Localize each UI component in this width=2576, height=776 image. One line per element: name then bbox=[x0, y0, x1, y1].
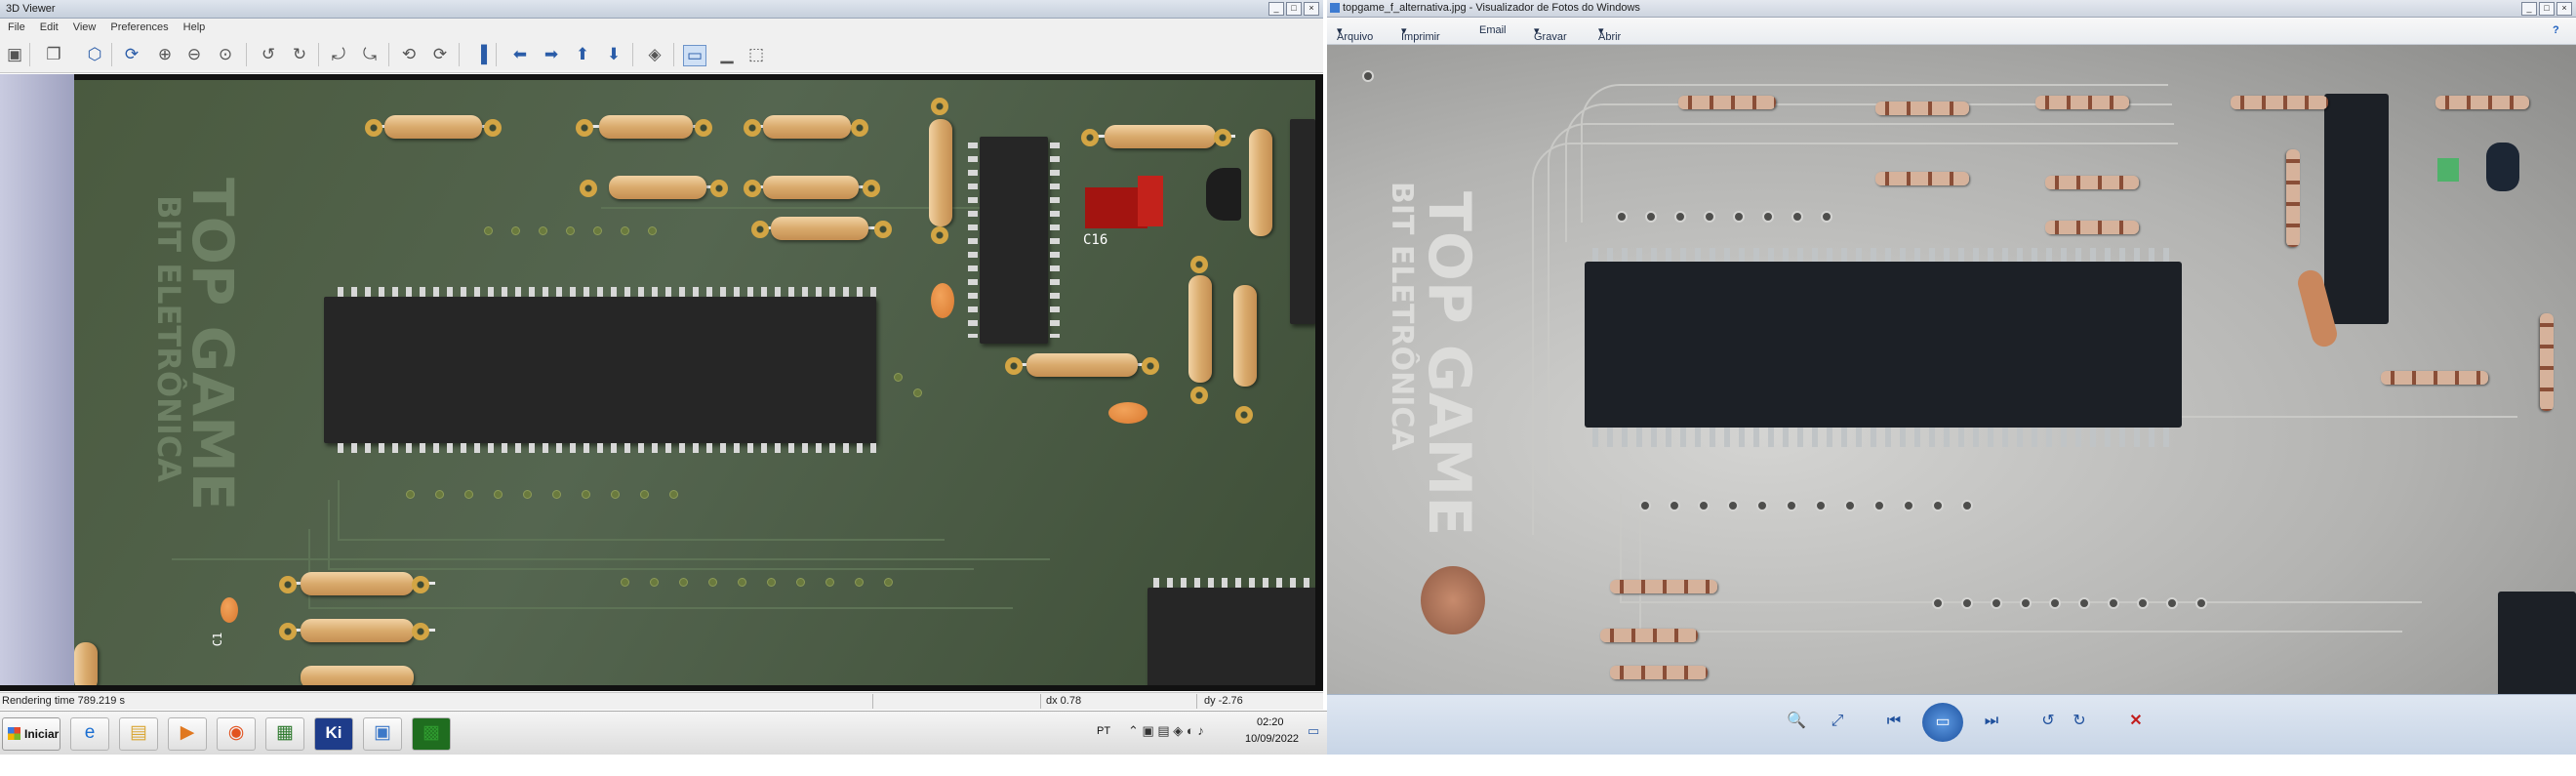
minimize-button[interactable]: _ bbox=[2521, 2, 2537, 16]
photo-logic-chip bbox=[2324, 94, 2389, 324]
start-button[interactable]: Iniciar bbox=[2, 717, 60, 751]
menu-preferences[interactable]: Preferences bbox=[102, 19, 175, 33]
menu-imprimir[interactable]: Imprimir ▾ bbox=[1401, 24, 1440, 43]
silk-bit-eletronica: BIT ELETRÔNICA bbox=[150, 195, 187, 482]
photo-app-icon bbox=[1330, 3, 1340, 13]
pan-right-icon[interactable]: ➡ bbox=[541, 45, 562, 64]
rotate-z-icon[interactable]: ⟲ bbox=[398, 45, 420, 64]
render-time: Rendering time 789.219 s bbox=[2, 695, 125, 707]
toolbar: ▣ ❐ ⬡ ⟳ ⊕ ⊖ ⊙ ↺ ↻ ⤾ ⤿ ⟲ ⟳ ▐ ⬅ ➡ ⬆ ⬇ ◈ ▭ … bbox=[0, 37, 1323, 73]
kicad-icon[interactable]: Ki bbox=[314, 717, 353, 751]
taskbar: Iniciar e ▤ ▶ ◉ ▦ Ki ▣ ▩ PT ⌃ ▣ ▤ ◈ ◐ ♪ … bbox=[0, 711, 1327, 755]
explorer-icon[interactable]: ▤ bbox=[119, 717, 158, 751]
copy-icon[interactable]: ❐ bbox=[43, 45, 64, 64]
rotate-y-reverse-icon[interactable]: ⤿ bbox=[359, 45, 381, 64]
photo-viewer-window: topgame_f_alternativa.jpg - Visualizador… bbox=[1327, 0, 2576, 755]
ie-icon[interactable]: e bbox=[70, 717, 109, 751]
ref-c16: C16 bbox=[1083, 232, 1108, 248]
rotate-y-icon[interactable]: ⤾ bbox=[328, 45, 349, 64]
ref-c1: C1 bbox=[211, 632, 225, 647]
zoom-fit-icon[interactable]: ⊙ bbox=[215, 45, 236, 64]
rotate-left-icon[interactable]: ↺ bbox=[2033, 710, 2063, 733]
photo-display[interactable]: TOP GAME BIT ELETRÔNICA bbox=[1327, 45, 2576, 694]
maximize-button[interactable]: □ bbox=[2539, 2, 2555, 16]
language-indicator[interactable]: PT bbox=[1097, 725, 1110, 768]
window-title: topgame_f_alternativa.jpg - Visualizador… bbox=[1343, 2, 1640, 14]
pcb-editor-icon[interactable]: ▦ bbox=[265, 717, 304, 751]
menu-file[interactable]: File bbox=[0, 19, 32, 33]
menu-email[interactable]: Email bbox=[1479, 24, 1507, 36]
menu-bar: File Edit View Preferences Help bbox=[0, 19, 1323, 38]
tray-icons[interactable]: ⌃ ▣ ▤ ◈ ◐ ♪ bbox=[1128, 723, 1204, 766]
pcb-render: TOP GAME BIT ELETRÔNICA C16 C1 bbox=[74, 80, 1315, 685]
menu-abrir[interactable]: Abrir ▾ bbox=[1598, 24, 1621, 43]
board-edge bbox=[0, 74, 74, 685]
rotate-x-icon[interactable]: ↺ bbox=[258, 45, 279, 64]
fit-window-icon[interactable]: ⤢ bbox=[1823, 710, 1852, 733]
zoom-out-icon[interactable]: ⊖ bbox=[183, 45, 205, 64]
viewer-controls: 🔍 ⤢ ⏮ ▭ ⏭ ↺ ↻ ✕ bbox=[1327, 694, 2576, 755]
close-button[interactable]: × bbox=[2556, 2, 2572, 16]
media-player-icon[interactable]: ▶ bbox=[168, 717, 207, 751]
resistor bbox=[384, 115, 482, 139]
clock-date[interactable]: 10/09/2022 bbox=[1245, 733, 1299, 776]
3d-viewport[interactable]: TOP GAME BIT ELETRÔNICA C16 C1 bbox=[0, 74, 1323, 691]
maximize-button[interactable]: □ bbox=[1286, 2, 1302, 16]
menu-edit[interactable]: Edit bbox=[32, 19, 65, 33]
menu-help[interactable]: Help bbox=[176, 19, 213, 33]
menu-arquivo[interactable]: Arquivo ▾ bbox=[1337, 24, 1373, 43]
ortho-icon[interactable]: ▭ bbox=[683, 45, 706, 66]
photo-viewer-icon[interactable]: ▣ bbox=[363, 717, 402, 751]
lower-chip bbox=[1147, 588, 1315, 685]
photo-cpu-chip bbox=[1585, 262, 2182, 428]
zoom-icon[interactable]: 🔍 bbox=[1782, 710, 1811, 733]
photo-silk-top-game: TOP GAME bbox=[1415, 191, 1483, 537]
title-bar: topgame_f_alternativa.jpg - Visualizador… bbox=[1327, 0, 2576, 18]
cpu-chip bbox=[324, 297, 876, 443]
box-icon[interactable]: ◈ bbox=[644, 45, 665, 64]
rotate-z-reverse-icon[interactable]: ⟳ bbox=[429, 45, 451, 64]
help-icon[interactable]: ? bbox=[2553, 24, 2559, 36]
firefox-icon[interactable]: ◉ bbox=[217, 717, 256, 751]
board-view-icon[interactable]: ⬡ bbox=[84, 45, 105, 64]
next-icon[interactable]: ⏭ bbox=[1977, 710, 2006, 733]
pan-left-icon[interactable]: ⬅ bbox=[509, 45, 531, 64]
raytrace-icon[interactable]: ⬚ bbox=[745, 45, 767, 64]
menu-gravar[interactable]: Gravar ▾ bbox=[1534, 24, 1567, 43]
close-button[interactable]: × bbox=[1304, 2, 1319, 16]
title-bar: 3D Viewer _ □ × bbox=[0, 0, 1323, 19]
silk-top-game: TOP GAME bbox=[180, 178, 246, 511]
reload-board-icon[interactable]: ▣ bbox=[4, 45, 25, 64]
grid-icon[interactable]: ▁ bbox=[716, 45, 738, 64]
windows-icon bbox=[8, 727, 20, 740]
photo-silk-bit-eletronica: BIT ELETRÔNICA bbox=[1385, 182, 1419, 451]
dx-readout: dx 0.78 bbox=[1046, 695, 1082, 707]
refresh-icon[interactable]: ⟳ bbox=[121, 45, 142, 64]
pan-down-icon[interactable]: ⬇ bbox=[603, 45, 624, 64]
flip-icon[interactable]: ▐ bbox=[470, 45, 492, 64]
minimize-button[interactable]: _ bbox=[1268, 2, 1284, 16]
dy-readout: dy -2.76 bbox=[1204, 695, 1243, 707]
window-title: 3D Viewer bbox=[6, 3, 56, 15]
zoom-in-icon[interactable]: ⊕ bbox=[154, 45, 176, 64]
3d-viewer-window: 3D Viewer _ □ × File Edit View Preferences H… bbox=[0, 0, 1323, 754]
gerber-icon[interactable]: ▩ bbox=[412, 717, 451, 751]
show-desktop-icon[interactable]: ▭ bbox=[1308, 723, 1319, 766]
slideshow-icon[interactable]: ▭ bbox=[1922, 703, 1963, 742]
status-bar: Rendering time 789.219 s dx 0.78 dy -2.7… bbox=[0, 692, 1323, 710]
pan-up-icon[interactable]: ⬆ bbox=[572, 45, 593, 64]
rotate-x-reverse-icon[interactable]: ↻ bbox=[289, 45, 310, 64]
logic-chip bbox=[980, 137, 1048, 344]
menu-view[interactable]: View bbox=[65, 19, 103, 33]
previous-icon[interactable]: ⏮ bbox=[1879, 710, 1909, 733]
delete-icon[interactable]: ✕ bbox=[2121, 710, 2151, 733]
rotate-right-icon[interactable]: ↻ bbox=[2065, 710, 2094, 733]
command-bar: Arquivo ▾ Imprimir ▾ Email Gravar ▾ Abri… bbox=[1327, 18, 2576, 45]
